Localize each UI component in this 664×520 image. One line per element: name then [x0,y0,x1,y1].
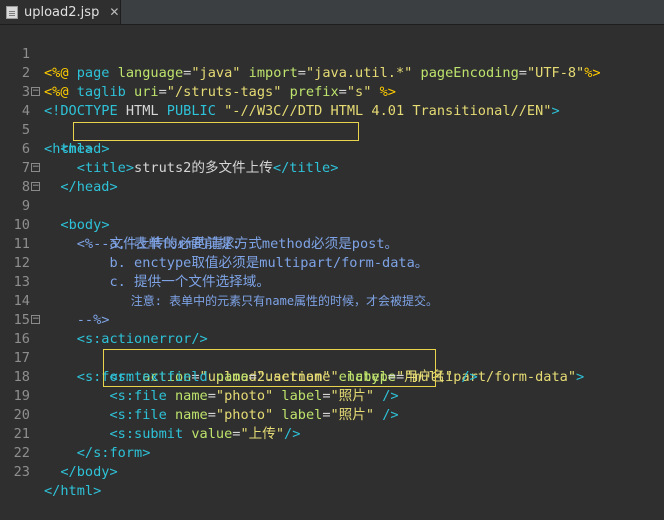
code-line: 13 注意: 表单中的元素只有name属性的时候，才会被提交。 [0,254,664,308]
code-line: 11 b. enctype取值必须是multipart/form-data。 [0,216,664,271]
code-line: 8 − <body> [0,159,664,234]
code-line: 21 </s:form> [0,406,664,461]
code-line: 5 <head> [0,102,664,157]
close-icon[interactable]: ✕ [109,5,119,19]
code-line: 17 <s:textfield name="username" label="用… [0,330,664,385]
editor-tab-bar: upload2.jsp ✕ [0,0,664,25]
code-text: </html> [44,483,102,499]
code-line: 20 <s:submit value="上传"/> [0,387,664,442]
fold-collapse-icon[interactable]: − [31,315,40,324]
code-line: 3 <!DOCTYPE HTML PUBLIC "-//W3C//DTD HTM… [0,64,664,119]
fold-collapse-icon[interactable]: − [31,163,40,172]
code-line: 12 c. 提供一个文件选择域。 [0,235,664,290]
editor-tab-upload2-jsp[interactable]: upload2.jsp ✕ [0,0,121,24]
code-line: 23 </html> [0,444,664,499]
highlight-box-title [73,122,359,141]
code-line: 9 − <%--文件上传的必要前提: [0,178,664,253]
jsp-file-icon [6,5,18,19]
highlight-box-file-fields [103,349,436,387]
code-line: 10 a. 表单form的请求方式method必须是post。 [0,197,664,252]
code-line: 2 <%@ taglib uri="/struts-tags" prefix="… [0,45,664,100]
code-editor[interactable]: 1 <%@ page language="java" import="java.… [0,26,664,499]
code-line: 4 − <html> [0,83,664,158]
code-line: 1 <%@ page language="java" import="java.… [0,26,664,81]
code-line: 15 <s:actionerror/> [0,292,664,347]
tab-filename: upload2.jsp [24,4,100,20]
fold-collapse-icon[interactable]: − [31,182,40,191]
code-line: 16 − <s:form action="upload2.action" enc… [0,311,664,386]
fold-collapse-icon[interactable]: − [31,87,40,96]
code-line: 22 </body> [0,425,664,480]
code-line: 7 </head> [0,140,664,195]
code-line: 14 --%> [0,273,664,328]
